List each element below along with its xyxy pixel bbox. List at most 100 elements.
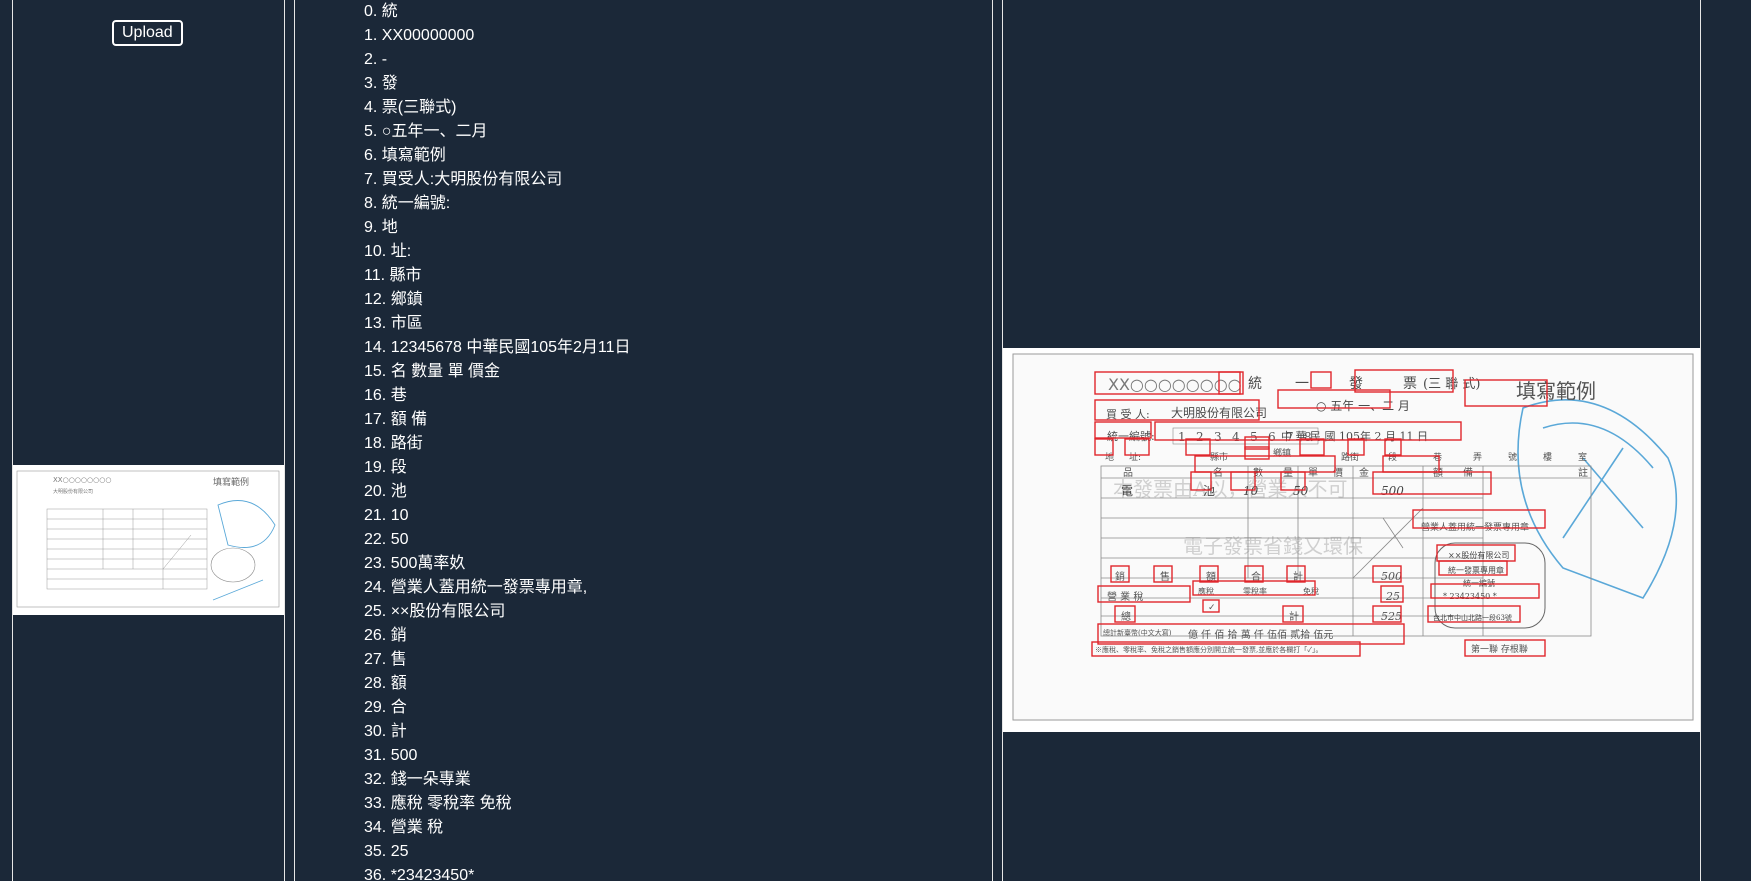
col-header: 金 <box>1359 466 1369 479</box>
stamp-note: 營業人蓋用統一發票專用章 <box>1421 521 1529 533</box>
ocr-line: 15. 名 數量 單 價金 <box>364 363 501 380</box>
addr-label: 縣市 <box>1210 451 1228 463</box>
addr-label: 址: <box>1129 451 1141 463</box>
ocr-line: 9. 地 <box>364 219 398 236</box>
ocr-line: 14. 12345678 中華民國105年2月11日 <box>364 339 631 356</box>
svg-text:本發票由A以，營業人不可: 本發票由A以，營業人不可 <box>1113 477 1347 501</box>
seal-line: * 23423450 * <box>1443 592 1497 601</box>
sales-label: 銷 <box>1115 570 1125 583</box>
ocr-line: 29. 合 <box>364 699 407 716</box>
ocr-line: 22. 50 <box>364 531 409 548</box>
ocr-line: 0. 統 <box>364 3 398 20</box>
ocr-line: 25. ××股份有限公司 <box>364 603 506 620</box>
item-name: 電 <box>1121 484 1133 498</box>
ocr-line: 35. 25 <box>364 843 409 860</box>
ocr-line: 34. 營業 稅 <box>364 819 444 836</box>
sales-amount: 500 <box>1381 570 1402 583</box>
ocr-line: 16. 巷 <box>364 387 407 404</box>
ocr-line: 2. - <box>364 51 388 68</box>
taxid-digit: 2 <box>1196 430 1204 444</box>
tax-label: 營 業 稅 <box>1107 590 1143 603</box>
addr-label: 弄 <box>1473 452 1482 463</box>
ocr-line: 30. 計 <box>364 723 407 740</box>
ocr-line: 21. 10 <box>364 507 409 524</box>
upload-panel: Upload XX○○○○○○○○ 填寫範例 大明股份有限公司 <box>12 0 285 881</box>
ocr-results-list: 0. 統 1. XX00000000 2. - 3. 發 4. 票(三聯式) 5… <box>364 0 631 881</box>
seal-line: 統一編號 <box>1463 578 1495 588</box>
total-words-label: 總計新臺幣(中文大寫) <box>1103 628 1172 637</box>
total-label: 總 <box>1121 610 1131 623</box>
invoice-taxid-label: 統一編號: <box>1107 429 1155 443</box>
app-root: Upload XX○○○○○○○○ 填寫範例 大明股份有限公司 0. 統 1. … <box>0 0 1751 881</box>
col-header: 註 <box>1578 467 1588 479</box>
addr-label: 樓 <box>1543 451 1552 463</box>
annotated-invoice: 本發票由A以，營業人不可 電子發票省錢又環保 XX○○○○○○○○ 統 一 發 … <box>1003 348 1700 732</box>
invoice-example: 填寫範例 <box>1516 379 1596 403</box>
ocr-line: 1. XX00000000 <box>364 27 475 44</box>
invoice-serial: XX○○○○○○○○ <box>1108 375 1242 394</box>
col-header: 品 <box>1123 467 1133 479</box>
invoice-title-1: 統 <box>1248 376 1262 392</box>
ocr-line: 7. 買受人:大明股份有限公司 <box>364 171 563 188</box>
invoice-triplicate: (三 聯 式) <box>1423 377 1480 392</box>
ocr-line: 5. ○五年一、二月 <box>364 123 488 140</box>
total-words: 億 仟 佰 拾 萬 仟 伍佰 貳拾 伍元 <box>1188 628 1333 641</box>
ocr-line: 19. 段 <box>364 459 407 476</box>
stub-label: 第一聯 存根聯 <box>1471 643 1528 655</box>
invoice-period: ○ 五年 一、二 月 <box>1316 399 1410 413</box>
col-header: 單 <box>1308 467 1318 479</box>
thumb-buyer: 大明股份有限公司 <box>53 488 93 495</box>
col-header: 量 <box>1283 467 1293 479</box>
ocr-line: 11. 縣市 <box>364 267 422 284</box>
invoice-buyer: 大明股份有限公司 <box>1171 406 1267 420</box>
seal-line: 統一發票專用章 <box>1448 565 1504 575</box>
svg-text:電子發票省錢又環保: 電子發票省錢又環保 <box>1183 534 1363 558</box>
ocr-line: 17. 額 備 <box>364 411 428 428</box>
ocr-line: 28. 額 <box>364 675 407 692</box>
thumbnail-image: XX○○○○○○○○ 填寫範例 大明股份有限公司 <box>13 465 284 615</box>
seal-line: ××股份有限公司 <box>1448 550 1509 560</box>
addr-label: 號 <box>1508 451 1517 463</box>
ocr-line: 36. *23423450* <box>364 867 475 881</box>
annotated-invoice-image: 本發票由A以，營業人不可 電子發票省錢又環保 XX○○○○○○○○ 統 一 發 … <box>1003 348 1700 732</box>
total-label: 計 <box>1289 610 1299 623</box>
annotated-image-panel: 本發票由A以，營業人不可 電子發票省錢又環保 XX○○○○○○○○ 統 一 發 … <box>1002 0 1701 881</box>
item-price: 50 <box>1293 484 1309 498</box>
invoice-title-4: 票 <box>1403 376 1417 392</box>
ocr-line: 4. 票(三聯式) <box>364 99 457 116</box>
ocr-line: 18. 路街 <box>364 435 423 452</box>
taxid-digit: 4 <box>1232 430 1240 444</box>
ocr-line: 24. 營業人蓋用統一發票專用章, <box>364 579 588 596</box>
seal-line: 台北市中山北路一段63號 <box>1433 613 1512 622</box>
addr-label: 巷 <box>1433 452 1442 463</box>
sales-label: 售 <box>1160 570 1170 583</box>
ocr-line: 10. 址: <box>364 243 412 260</box>
ocr-line: 32. 錢一朵專業 <box>364 771 471 788</box>
ocr-line: 6. 填寫範例 <box>364 147 446 164</box>
taxid-digit: 3 <box>1214 430 1222 444</box>
item-name-2: 池 <box>1203 484 1215 498</box>
item-amount: 500 <box>1381 484 1404 498</box>
invoice-thumbnail[interactable]: XX○○○○○○○○ 填寫範例 大明股份有限公司 <box>13 465 284 615</box>
ocr-line: 27. 售 <box>364 651 407 668</box>
ocr-results-panel: 0. 統 1. XX00000000 2. - 3. 發 4. 票(三聯式) 5… <box>294 0 993 881</box>
footnote: ※應稅、零稅率、免稅之銷售額應分別開立統一發票,並應於各欄打「✓」。 <box>1095 645 1323 654</box>
ocr-line: 31. 500 <box>364 747 418 764</box>
taxid-digit: 8 <box>1304 430 1312 444</box>
ocr-line: 3. 發 <box>364 75 398 92</box>
addr-label: 室 <box>1578 451 1587 463</box>
ocr-line: 20. 池 <box>364 483 407 500</box>
ocr-line: 13. 市區 <box>364 315 423 332</box>
ocr-line: 8. 統一編號: <box>364 195 451 212</box>
addr-label: 路街 <box>1341 451 1359 463</box>
thumb-serial: XX○○○○○○○○ <box>53 476 111 484</box>
upload-button[interactable]: Upload <box>112 20 183 46</box>
ocr-line: 26. 銷 <box>364 627 407 644</box>
ocr-line: 12. 鄉鎮 <box>364 291 423 308</box>
taxid-digit: 1 <box>1178 430 1186 444</box>
invoice-buyer-label: 買 受 人: <box>1106 408 1150 421</box>
addr-label: 段 <box>1388 451 1397 463</box>
ocr-line: 23. 500萬率奺 <box>364 555 466 572</box>
thumb-example: 填寫範例 <box>213 476 249 488</box>
ocr-line: 33. 應稅 零稅率 免稅 <box>364 795 512 812</box>
